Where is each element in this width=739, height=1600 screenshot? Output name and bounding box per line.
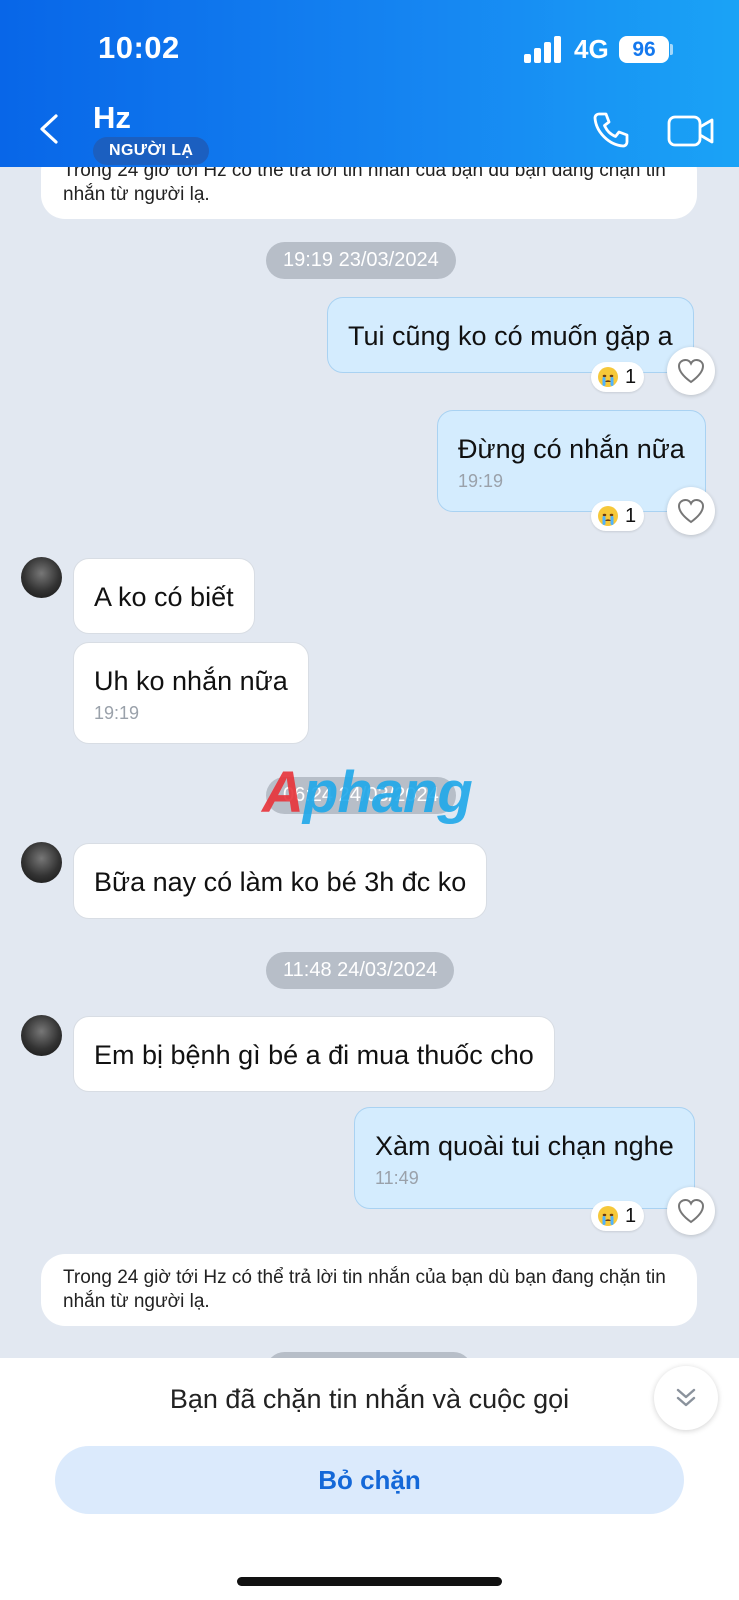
- incoming-message[interactable]: Em bị bệnh gì bé a đi mua thuốc cho: [73, 1016, 555, 1092]
- contact-avatar[interactable]: [21, 842, 62, 883]
- heart-outline-icon: [677, 1198, 705, 1224]
- stranger-reply-notice: Trong 24 giờ tới Hz có thể trả lời tin n…: [41, 167, 697, 219]
- status-time: 10:02: [98, 30, 180, 65]
- video-camera-icon: [667, 115, 714, 147]
- reaction-badge[interactable]: 1: [591, 501, 645, 531]
- time-divider: 11:48 24/03/2024: [266, 952, 455, 989]
- incoming-message[interactable]: A ko có biết: [73, 558, 255, 634]
- crying-face-emoji: [598, 1206, 618, 1226]
- outgoing-message[interactable]: Xàm quoài tui chạn nghe 11:49: [354, 1107, 695, 1209]
- blocked-footer: Bạn đã chặn tin nhắn và cuộc gọi Bỏ chặn: [0, 1358, 739, 1600]
- battery-tip: [670, 44, 673, 55]
- contact-avatar[interactable]: [21, 557, 62, 598]
- time-divider: 19:19 23/03/2024: [266, 242, 456, 279]
- crying-face-emoji: [598, 506, 618, 526]
- outgoing-message[interactable]: Đừng có nhắn nữa 19:19: [437, 410, 706, 512]
- signal-icon: [524, 36, 564, 63]
- blocked-status-text: Bạn đã chặn tin nhắn và cuộc gọi: [169, 1384, 570, 1414]
- incoming-message[interactable]: Uh ko nhắn nữa 19:19: [73, 642, 309, 744]
- contact-name[interactable]: Hz: [93, 100, 131, 136]
- chat-header: 10:02 4G 96 Hz NGƯỜI LẠ: [0, 0, 739, 167]
- reaction-badge[interactable]: 1: [591, 362, 645, 392]
- message-text: Tui cũng ko có muốn gặp a: [348, 321, 673, 351]
- reaction-count: 1: [625, 1204, 637, 1227]
- heart-outline-icon: [677, 358, 705, 384]
- message-text: A ko có biết: [94, 582, 234, 612]
- reaction-badge[interactable]: 1: [591, 1201, 645, 1231]
- message-text: Uh ko nhắn nữa: [94, 666, 288, 696]
- contact-avatar[interactable]: [21, 1015, 62, 1056]
- watermark-logo: Aphang: [262, 760, 473, 825]
- message-text: Em bị bệnh gì bé a đi mua thuốc cho: [94, 1040, 534, 1070]
- crying-face-emoji: [598, 367, 618, 387]
- message-time: 11:49: [375, 1168, 419, 1188]
- outgoing-message[interactable]: Tui cũng ko có muốn gặp a: [327, 297, 694, 373]
- unblock-button[interactable]: Bỏ chặn: [55, 1446, 684, 1514]
- voice-call-button[interactable]: [589, 108, 633, 152]
- react-button[interactable]: [667, 347, 715, 395]
- double-chevron-down-icon: [676, 1388, 696, 1407]
- message-time: 19:19: [458, 471, 504, 491]
- network-type: 4G: [574, 34, 609, 64]
- react-button[interactable]: [667, 1187, 715, 1235]
- react-button[interactable]: [667, 487, 715, 535]
- home-indicator[interactable]: [237, 1577, 502, 1586]
- phone-icon: [593, 112, 629, 148]
- reaction-count: 1: [625, 504, 637, 527]
- message-text: Xàm quoài tui chạn nghe: [375, 1131, 674, 1161]
- reaction-count: 1: [625, 365, 637, 388]
- stranger-badge: NGƯỜI LẠ: [93, 137, 210, 165]
- stranger-reply-notice: Trong 24 giờ tới Hz có thể trả lời tin n…: [41, 1254, 697, 1326]
- battery-indicator: 96: [619, 36, 669, 63]
- back-button[interactable]: [34, 110, 66, 148]
- scroll-to-bottom-button[interactable]: [654, 1366, 718, 1430]
- message-time: 19:19: [94, 703, 140, 723]
- chat-message-list[interactable]: Trong 24 giờ tới Hz có thể trả lời tin n…: [0, 167, 739, 1358]
- message-text: Bữa nay có làm ko bé 3h đc ko: [94, 867, 467, 897]
- message-text: Đừng có nhắn nữa: [458, 434, 685, 464]
- video-call-button[interactable]: [667, 112, 715, 150]
- heart-outline-icon: [677, 498, 705, 524]
- chevron-left-icon: [40, 114, 58, 144]
- incoming-message[interactable]: Bữa nay có làm ko bé 3h đc ko: [73, 843, 488, 919]
